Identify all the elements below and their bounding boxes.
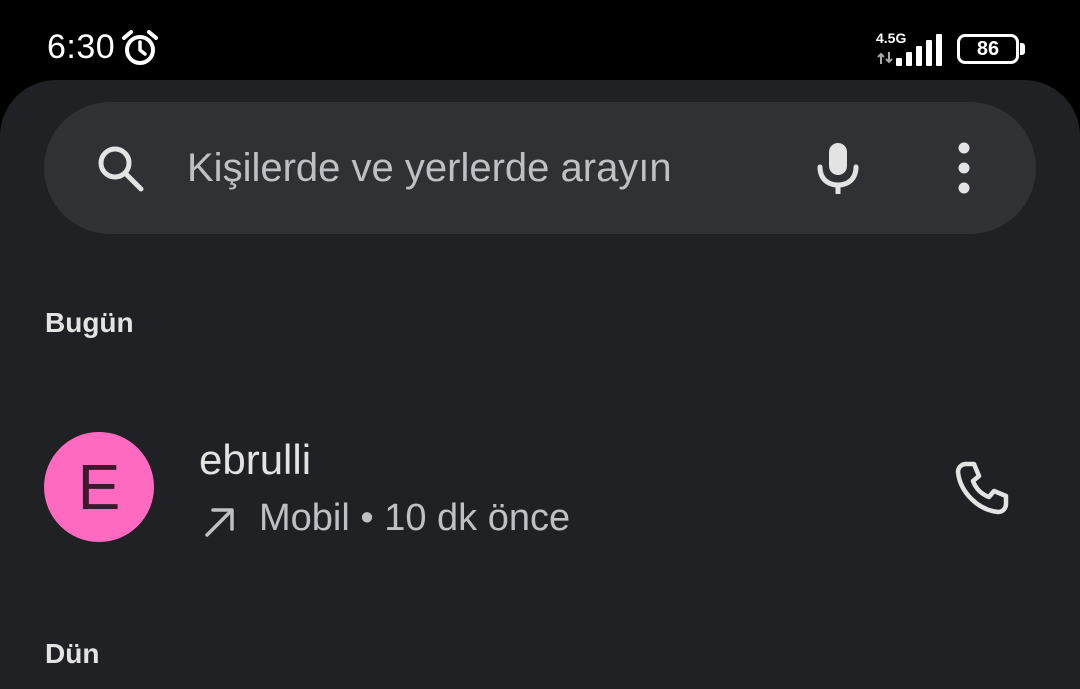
mic-icon[interactable] bbox=[812, 140, 864, 196]
alarm-icon bbox=[122, 30, 158, 65]
outgoing-call-icon bbox=[205, 508, 234, 537]
status-time: 6:30 bbox=[47, 28, 116, 66]
contact-name: ebrulli bbox=[199, 436, 312, 483]
section-header-today: Bugün bbox=[45, 307, 134, 338]
avatar[interactable]: E bbox=[44, 432, 154, 542]
phone-icon[interactable] bbox=[952, 458, 1012, 518]
battery-cap bbox=[1020, 43, 1025, 55]
section-header-yesterday: Dün bbox=[45, 638, 100, 669]
search-bar[interactable]: Kişilerde ve yerlerde arayın bbox=[44, 102, 1036, 234]
search-input[interactable]: Kişilerde ve yerlerde arayın bbox=[187, 146, 672, 191]
call-log-entry[interactable]: E ebrulli Mobil • 10 dk önce bbox=[0, 414, 1080, 564]
data-arrows-icon bbox=[877, 52, 893, 64]
search-icon[interactable] bbox=[94, 142, 146, 194]
call-detail: Mobil • 10 dk önce bbox=[259, 497, 571, 539]
battery-icon: 86 bbox=[957, 34, 1019, 64]
status-bar: 6:30 4.5G 86 bbox=[0, 0, 1080, 80]
more-vert-icon[interactable] bbox=[944, 142, 984, 194]
call-history-panel: Kişilerde ve yerlerde arayın Bugün Dün bbox=[0, 80, 1080, 689]
battery-level: 86 bbox=[976, 37, 1000, 60]
signal-icon bbox=[896, 34, 942, 66]
